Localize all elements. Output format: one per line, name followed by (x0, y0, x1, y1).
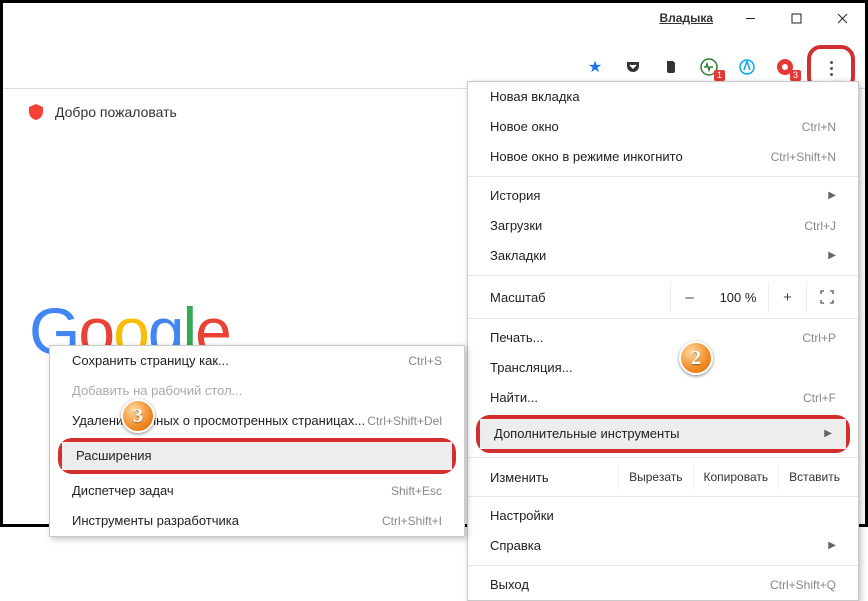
welcome-text: Добро пожаловать (55, 104, 177, 120)
menu-item[interactable]: Трансляция... (468, 353, 858, 383)
menu-item[interactable]: Сохранить страницу как...Ctrl+S (50, 346, 464, 376)
edit-label: Изменить (490, 470, 618, 485)
shortcut: Ctrl+Shift+Q (770, 577, 836, 593)
menu-item[interactable]: Новое окноCtrl+N (468, 112, 858, 142)
shortcut: Shift+Esc (391, 483, 442, 499)
edit-row: ИзменитьВырезатьКопироватьВставить (468, 462, 858, 492)
minimize-button[interactable] (727, 3, 773, 33)
maximize-button[interactable] (773, 3, 819, 33)
shortcut: Ctrl+F (803, 390, 836, 406)
main-menu-button[interactable] (819, 53, 843, 83)
badge-count: 3 (790, 70, 801, 81)
pocket-icon[interactable] (623, 57, 643, 77)
chevron-right-icon: ▶ (828, 188, 836, 204)
menu-item[interactable]: Закладки▶ (468, 241, 858, 271)
menu-item[interactable]: ЗагрузкиCtrl+J (468, 211, 858, 241)
shortcut: Ctrl+Shift+N (771, 149, 836, 165)
welcome-bar: Добро пожаловать (27, 103, 177, 121)
paste-button[interactable]: Вставить (778, 464, 850, 490)
chevron-right-icon: ▶ (828, 248, 836, 264)
zoom-out-button[interactable]: – (670, 282, 708, 312)
menu-item[interactable]: Новая вкладка (468, 82, 858, 112)
menu-item-extensions[interactable]: Расширения (62, 442, 452, 470)
shortcut: Ctrl+Shift+Del (367, 413, 442, 429)
menu-item[interactable]: Диспетчер задачShift+Esc (50, 476, 464, 506)
menu-item: Добавить на рабочий стол... (50, 376, 464, 406)
shortcut: Ctrl+S (408, 353, 442, 369)
adblock-icon (27, 103, 45, 121)
main-menu: Новая вкладкаНовое окноCtrl+NНовое окно … (467, 81, 859, 601)
chevron-right-icon: ▶ (828, 538, 836, 554)
more-tools-callout: Дополнительные инструменты▶ (476, 415, 850, 453)
yandex-icon[interactable]: 3 (775, 57, 795, 77)
menu-item[interactable]: История▶ (468, 181, 858, 211)
menu-item-more-tools[interactable]: Дополнительные инструменты▶ (480, 419, 846, 449)
menu-item[interactable]: Печать...Ctrl+P (468, 323, 858, 353)
bookmark-star-icon[interactable]: ★ (585, 57, 605, 77)
close-button[interactable] (819, 3, 865, 33)
menu-item[interactable]: Удаление данных о просмотренных страница… (50, 406, 464, 436)
extensions-callout: Расширения (58, 438, 456, 474)
opera-icon[interactable] (737, 57, 757, 77)
pulse-icon[interactable]: 1 (699, 57, 719, 77)
menu-item[interactable]: Справка▶ (468, 531, 858, 561)
window-titlebar: Владыка (645, 3, 865, 33)
fullscreen-button[interactable] (806, 282, 846, 312)
zoom-label: Масштаб (490, 290, 670, 305)
badge-count: 1 (714, 70, 725, 81)
more-tools-submenu: Сохранить страницу как...Ctrl+SДобавить … (49, 345, 465, 537)
evernote-icon[interactable] (661, 57, 681, 77)
annotation-badge-3: 3 (121, 399, 155, 433)
cut-button[interactable]: Вырезать (618, 464, 692, 490)
annotation-badge-2: 2 (679, 341, 713, 375)
menu-item[interactable]: Инструменты разработчикаCtrl+Shift+I (50, 506, 464, 536)
zoom-row: Масштаб–100 %+ (468, 280, 858, 314)
profile-name[interactable]: Владыка (645, 11, 727, 25)
menu-item[interactable]: Новое окно в режиме инкогнитоCtrl+Shift+… (468, 142, 858, 172)
shortcut: Ctrl+N (802, 119, 836, 135)
copy-button[interactable]: Копировать (693, 464, 779, 490)
zoom-in-button[interactable]: + (768, 282, 806, 312)
menu-item[interactable]: Найти...Ctrl+F (468, 383, 858, 413)
chevron-right-icon: ▶ (824, 426, 832, 442)
menu-item[interactable]: ВыходCtrl+Shift+Q (468, 570, 858, 600)
shortcut: Ctrl+P (802, 330, 836, 346)
shortcut: Ctrl+J (804, 218, 836, 234)
zoom-value: 100 % (708, 290, 768, 305)
